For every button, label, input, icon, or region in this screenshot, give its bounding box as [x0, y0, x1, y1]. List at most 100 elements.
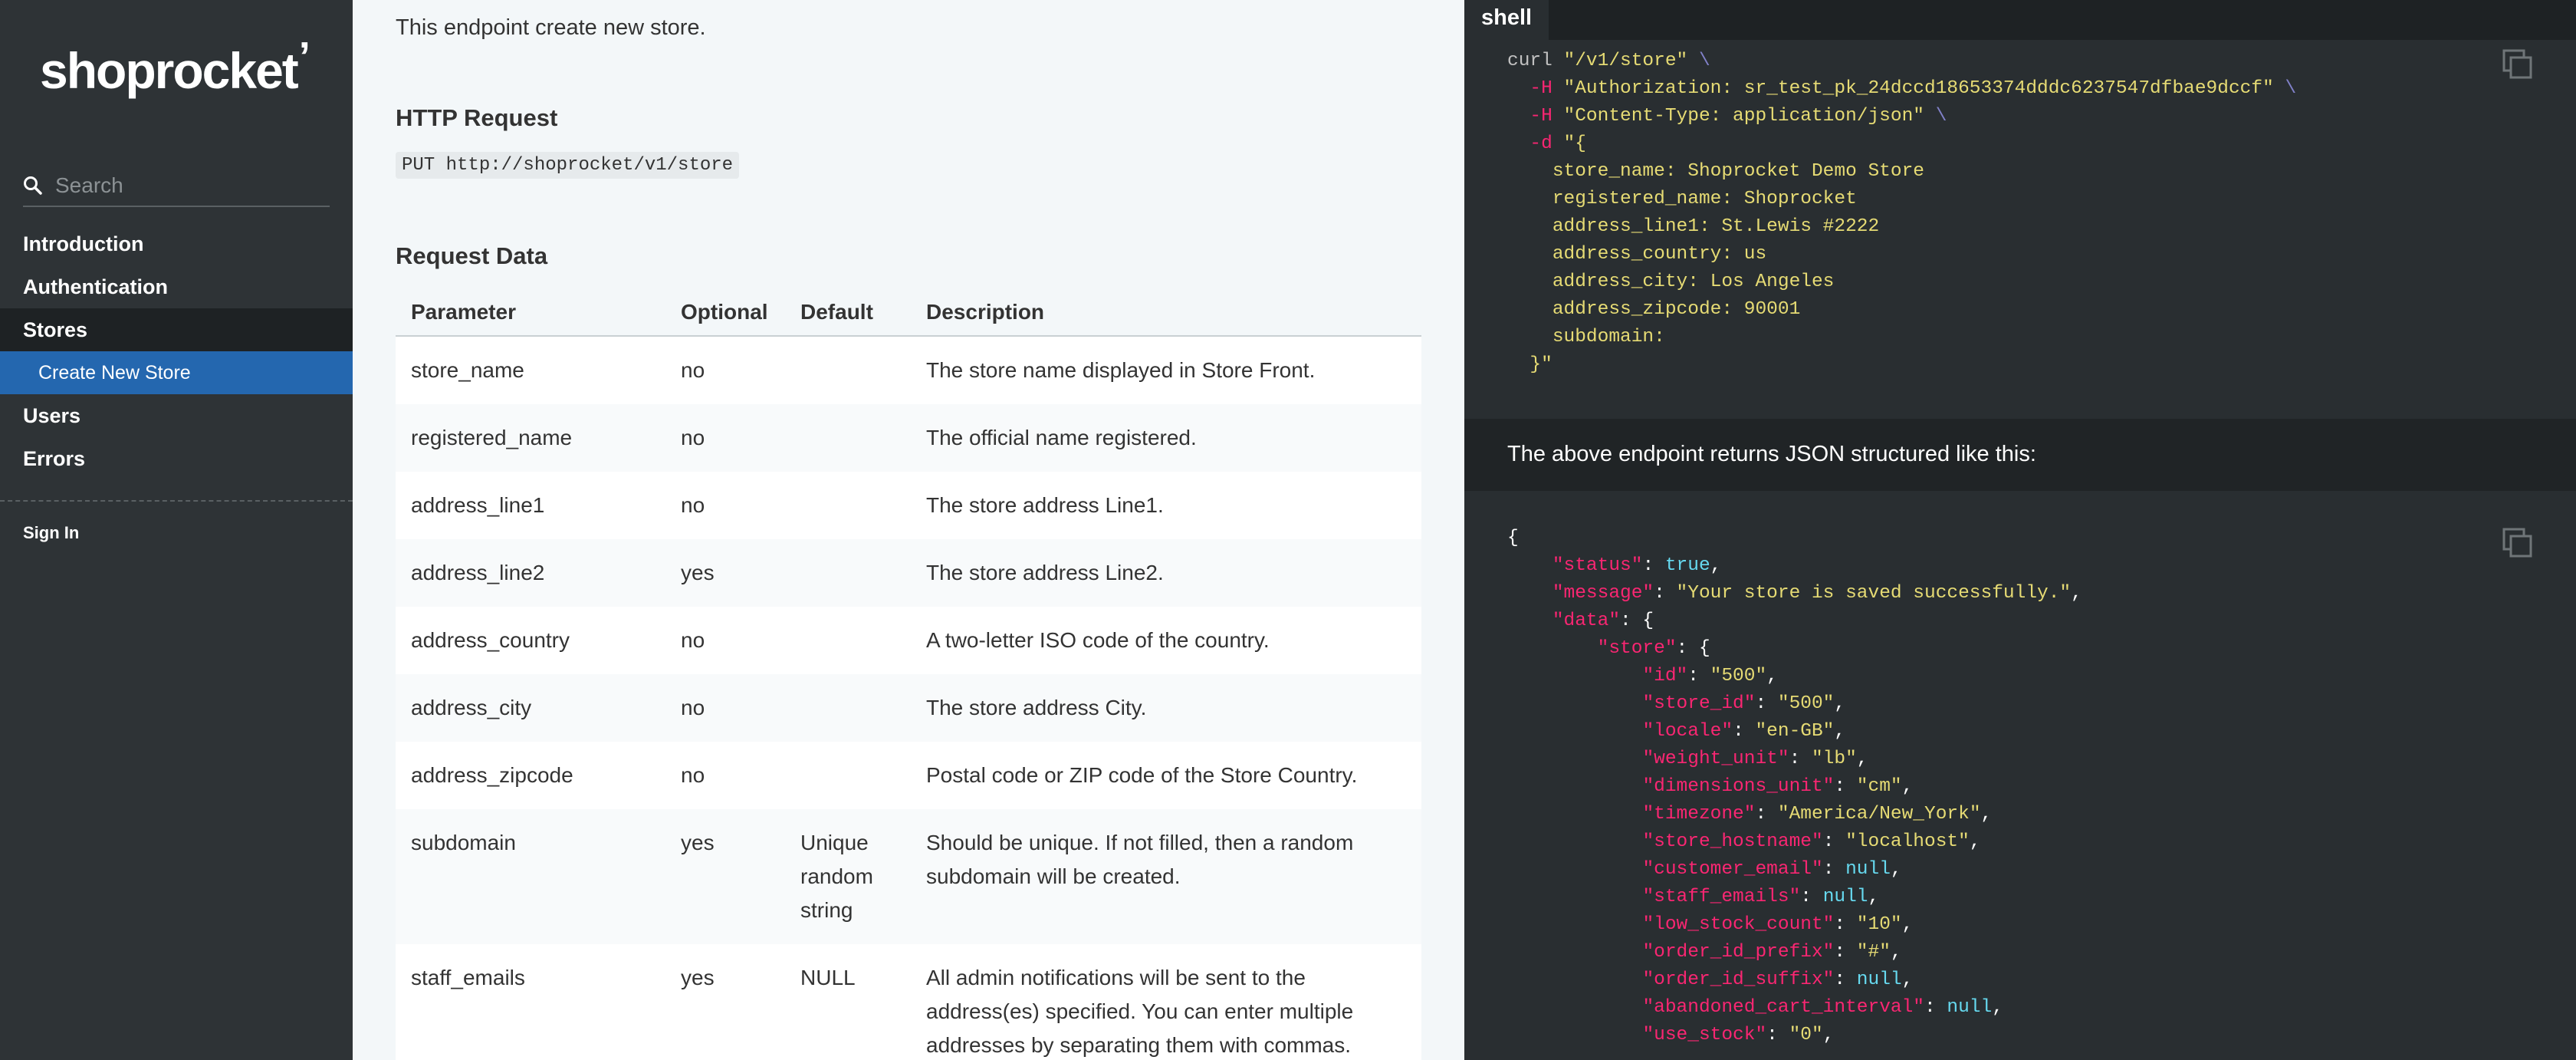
description-cell: Postal code or ZIP code of the Store Cou… — [926, 763, 1358, 787]
json-value: "500" — [1710, 666, 1767, 686]
description-cell: A two-letter ISO code of the country. — [926, 628, 1270, 652]
default-cell — [785, 539, 911, 607]
optional-cell: no — [681, 358, 705, 382]
toc: Introduction Authentication Stores Creat… — [0, 222, 353, 480]
sidebar: shoprocket ’ Introduction Authentication… — [0, 0, 353, 1060]
json-key: "timezone" — [1642, 804, 1756, 825]
logo-text: shoprocket — [40, 42, 299, 99]
json-key: "message" — [1552, 583, 1654, 604]
curl-code-block: curl "/v1/store" \ -H "Authorization: sr… — [1507, 51, 2297, 375]
table-row: registered_name no The official name regis… — [396, 404, 1421, 472]
default-cell — [785, 742, 911, 809]
table-row: store_name no The store name displayed in … — [396, 336, 1421, 404]
json-value: "#" — [1856, 942, 1891, 963]
json-value: "lb" — [1811, 749, 1857, 769]
default-cell — [785, 472, 911, 539]
json-key: "customer_email" — [1642, 859, 1823, 880]
code-token: "{ — [1563, 133, 1586, 154]
json-key: "order_id_suffix" — [1642, 969, 1835, 990]
json-value: "Your store is saved successfully." — [1676, 583, 2072, 604]
returns-text: The above endpoint returns JSON structur… — [1507, 442, 2036, 466]
toc-item-errors[interactable]: Errors — [0, 437, 353, 480]
http-request-heading: HTTP Request — [396, 104, 558, 131]
description-cell: The official name registered. — [926, 426, 1197, 449]
json-value: null — [1822, 887, 1868, 907]
default-cell: NULL — [800, 966, 856, 989]
code-token: "Authorization: sr_test_pk_24dccd1865337… — [1563, 78, 2274, 99]
copy-icon[interactable] — [2501, 526, 2535, 560]
toc-item-introduction[interactable]: Introduction — [0, 222, 353, 265]
code-token: -d — [1530, 133, 1552, 154]
table-row: address_zipcode no Postal code or ZIP code… — [396, 742, 1421, 809]
default-cell — [785, 607, 911, 674]
default-cell — [785, 674, 911, 742]
parameters-table: Parameter Optional Default Description s… — [396, 288, 1421, 1060]
json-value: null — [1947, 997, 1993, 1018]
param-cell: store_name — [411, 358, 524, 382]
search-box — [23, 166, 330, 207]
code-token: }" — [1530, 354, 1552, 375]
code-panel: shell curl "/v1/store" \ -H "Authorizati… — [1464, 0, 2576, 1060]
json-key: "staff_emails" — [1642, 887, 1801, 907]
main-content: This endpoint create new store. HTTP Req… — [353, 0, 1464, 1060]
code-token: address_line1: St.Lewis #2222 — [1552, 216, 1880, 237]
sidebar-divider — [0, 500, 353, 502]
description-cell: The store address City. — [926, 696, 1147, 719]
json-value: "500" — [1777, 693, 1835, 714]
json-key: "store" — [1597, 638, 1677, 659]
code-token: -H — [1530, 106, 1552, 127]
json-key: "store_hostname" — [1642, 831, 1823, 852]
code-token: "Content-Type: application/json" — [1563, 106, 1924, 127]
table-header-row: Parameter Optional Default Description — [396, 288, 1421, 337]
json-value: null — [1856, 969, 1902, 990]
logo-mark-icon: ’ — [298, 34, 310, 80]
optional-cell: no — [681, 628, 705, 652]
description-cell: The store address Line2. — [926, 561, 1164, 584]
toc-item-authentication[interactable]: Authentication — [0, 265, 353, 308]
description-cell: The store name displayed in Store Front. — [926, 358, 1316, 382]
code-token: address_zipcode: 90001 — [1552, 299, 1801, 320]
code-token: -H — [1530, 78, 1552, 99]
toc-item-users[interactable]: Users — [0, 394, 353, 437]
json-value: true — [1664, 555, 1710, 576]
language-tab-shell[interactable]: shell — [1464, 0, 1549, 40]
header-default: Default — [785, 288, 911, 337]
table-row: address_line1 no The store address Line1. — [396, 472, 1421, 539]
param-cell: address_line1 — [411, 493, 545, 517]
code-token: "/v1/store" — [1563, 51, 1688, 71]
param-cell: address_country — [411, 628, 570, 652]
optional-cell: yes — [681, 966, 715, 989]
param-cell: staff_emails — [411, 966, 525, 989]
code-token: curl — [1507, 51, 1552, 71]
json-key: "locale" — [1642, 721, 1733, 742]
toc-item-create-new-store[interactable]: Create New Store — [0, 351, 353, 394]
param-cell: address_line2 — [411, 561, 545, 584]
table-row: staff_emails yes NULL All admin notificatio… — [396, 944, 1421, 1060]
json-value: "localhost" — [1845, 831, 1970, 852]
json-value: null — [1845, 859, 1891, 880]
json-key: "use_stock" — [1642, 1025, 1767, 1045]
code-token: registered_name: Shoprocket — [1552, 189, 1857, 209]
json-code-block: { "status": true, "message": "Your store… — [1507, 528, 2082, 1045]
sign-in-link[interactable]: Sign In — [23, 523, 79, 543]
json-value: "en-GB" — [1755, 721, 1835, 742]
optional-cell: yes — [681, 831, 715, 854]
json-key: "data" — [1552, 611, 1621, 631]
json-key: "store_id" — [1642, 693, 1756, 714]
code-token: subdomain: — [1552, 327, 1665, 347]
json-key: "order_id_prefix" — [1642, 942, 1835, 963]
intro-text: This endpoint create new store. — [396, 15, 706, 40]
default-cell — [785, 404, 911, 472]
toc-item-stores[interactable]: Stores — [0, 308, 353, 351]
param-cell: registered_name — [411, 426, 573, 449]
search-input[interactable] — [55, 173, 316, 198]
logo[interactable]: shoprocket ’ — [40, 34, 310, 101]
optional-cell: no — [681, 696, 705, 719]
returns-note: The above endpoint returns JSON structur… — [1464, 419, 2576, 491]
header-optional: Optional — [665, 288, 785, 337]
copy-icon[interactable] — [2501, 48, 2535, 81]
json-key: "dimensions_unit" — [1642, 776, 1835, 797]
json-key: "weight_unit" — [1642, 749, 1789, 769]
table-row: address_city no The store address City. — [396, 674, 1421, 742]
json-value: "cm" — [1856, 776, 1902, 797]
